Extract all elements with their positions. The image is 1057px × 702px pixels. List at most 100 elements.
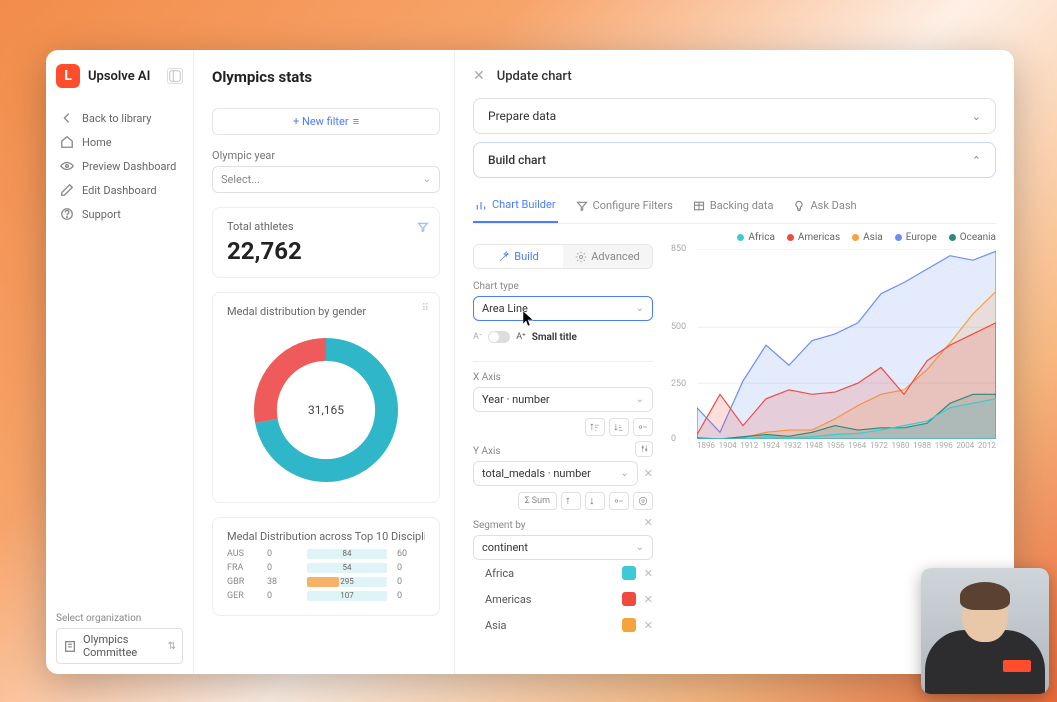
section-build-chart[interactable]: Build chart ⌃ [473, 142, 996, 178]
toggle-build-label: Build [514, 250, 538, 263]
table-row: GBR38 295 0 [227, 575, 425, 589]
settings-button[interactable] [633, 492, 653, 510]
sum-button[interactable]: Σ Sum [518, 492, 557, 510]
chart-type-select[interactable]: Area Line ⌄ [473, 296, 653, 321]
card-athletes-value: 22,762 [227, 237, 425, 265]
mini-table: AUS0 84 60FRA0 54 0GBR38 295 0GER0 107 0 [227, 547, 425, 603]
nav-home[interactable]: Home [56, 130, 183, 154]
segment-item-remove[interactable]: ✕ [644, 567, 653, 580]
donut-center-value: 31,165 [246, 330, 406, 490]
sort-asc-button[interactable] [585, 418, 605, 436]
org-select[interactable]: Olympics Committee ⇅ [56, 628, 183, 664]
color-swatch[interactable] [622, 618, 636, 632]
card-disciplines-title: Medal Distribution across Top 10 Discipl… [227, 530, 425, 543]
y-tick-250: 250 [671, 379, 686, 389]
toggle-build[interactable]: Build [474, 245, 563, 268]
panel-title: Update chart [497, 69, 572, 84]
tab-configure-filters[interactable]: Configure Filters [574, 192, 675, 223]
nav-back[interactable]: Back to library [56, 106, 183, 130]
yaxis-remove-button[interactable]: ✕ [644, 467, 653, 480]
tab-backing-data[interactable]: Backing data [691, 192, 776, 223]
filter-icon[interactable] [417, 218, 429, 237]
segment-item-remove[interactable]: ✕ [644, 593, 653, 606]
sort-desc-button[interactable] [585, 492, 605, 510]
year-label: Olympic year [212, 149, 440, 162]
nav-preview[interactable]: Preview Dashboard [56, 154, 183, 178]
toggle-advanced-label: Advanced [591, 250, 639, 263]
segment-remove-button[interactable]: ✕ [644, 516, 653, 529]
webcam-pip [921, 568, 1049, 694]
chart-type-label: Chart type [473, 281, 653, 292]
chevron-down-icon: ⌄ [636, 303, 644, 314]
nav-support-label: Support [82, 208, 121, 221]
wand-icon [498, 251, 510, 263]
building-icon [63, 639, 77, 653]
legend-item[interactable]: Asia [852, 232, 883, 243]
y-tick-0: 0 [671, 434, 676, 444]
segment-label: Segment by [473, 520, 644, 531]
filter-icon [576, 200, 588, 212]
font-larger-icon: A⁺ [516, 332, 526, 342]
eye-icon [60, 159, 74, 173]
legend-item[interactable]: Americas [787, 232, 840, 243]
help-icon [60, 207, 74, 221]
format-button[interactable] [633, 418, 653, 436]
build-advanced-toggle: Build Advanced [473, 244, 653, 269]
color-swatch[interactable] [622, 566, 636, 580]
card-disciplines: Medal Distribution across Top 10 Discipl… [212, 517, 440, 616]
sort-asc-button[interactable] [561, 492, 581, 510]
sidebar-collapse-button[interactable] [167, 68, 183, 84]
xaxis-select[interactable]: Year · number ⌄ [473, 387, 653, 412]
chevron-down-icon: ⌄ [636, 394, 644, 405]
card-total-athletes: Total athletes 22,762 [212, 207, 440, 278]
app-window: L Upsolve AI Back to library Home Previe… [46, 50, 1014, 674]
builder-controls: Build Advanced Chart type Area Line ⌄ A⁻ [473, 232, 653, 638]
sort-desc-button[interactable] [609, 418, 629, 436]
yaxis-label: Y Axis [473, 446, 635, 457]
font-smaller-icon: A⁻ [473, 332, 482, 342]
segment-select[interactable]: continent ⌄ [473, 535, 653, 560]
year-select[interactable]: Select... ⌄ [212, 166, 440, 193]
new-filter-button[interactable]: + New filter ≡ [212, 108, 440, 135]
segment-item-remove[interactable]: ✕ [644, 619, 653, 632]
section-prepare-data[interactable]: Prepare data ⌄ [473, 98, 996, 134]
legend-item[interactable]: Oceania [949, 232, 996, 243]
nav-edit[interactable]: Edit Dashboard [56, 178, 183, 202]
table-icon [693, 200, 705, 212]
nav-back-label: Back to library [82, 112, 151, 125]
title-size-switch[interactable] [488, 331, 510, 343]
legend-item[interactable]: Africa [737, 232, 775, 243]
chevron-up-icon: ⌃ [972, 154, 981, 167]
chart-legend: Africa Americas Asia Europe Oceania [671, 232, 996, 243]
xaxis-value: Year · number [482, 393, 550, 406]
nav-support[interactable]: Support [56, 202, 183, 226]
chevron-expand-icon: ⇅ [168, 641, 176, 652]
brand: L Upsolve AI [56, 64, 183, 88]
tab-ask-label: Ask Dash [810, 199, 856, 212]
xaxis-label: X Axis [473, 372, 653, 383]
close-button[interactable]: ✕ [473, 68, 485, 84]
donut-chart: 31,165 [246, 330, 406, 490]
tab-ask-dash[interactable]: Ask Dash [791, 192, 858, 223]
segment-row: Asia✕ [473, 612, 653, 638]
format-button[interactable] [609, 492, 629, 510]
legend-item[interactable]: Europe [895, 232, 937, 243]
card-gender: Medal distribution by gender ⠿ 31,165 [212, 292, 440, 503]
table-row: GER0 107 0 [227, 589, 425, 603]
color-swatch[interactable] [622, 592, 636, 606]
org-value: Olympics Committee [83, 633, 162, 659]
toggle-advanced[interactable]: Advanced [563, 245, 652, 268]
yaxis-select[interactable]: total_medals · number ⌄ [473, 461, 638, 486]
new-filter-label: + New filter [293, 115, 349, 128]
segment-row: Africa✕ [473, 560, 653, 586]
brand-logo: L [56, 64, 80, 88]
drag-handle-icon[interactable]: ⠿ [422, 303, 429, 314]
card-gender-title: Medal distribution by gender [227, 305, 425, 318]
table-row: FRA0 54 0 [227, 561, 425, 575]
nav-preview-label: Preview Dashboard [82, 160, 176, 173]
sidebar-footer: Select organization Olympics Committee ⇅ [56, 613, 183, 664]
small-title-label: Small title [532, 332, 577, 343]
year-placeholder: Select... [221, 173, 260, 186]
tab-chart-builder[interactable]: Chart Builder [473, 192, 558, 223]
yaxis-settings-button[interactable] [635, 441, 653, 457]
